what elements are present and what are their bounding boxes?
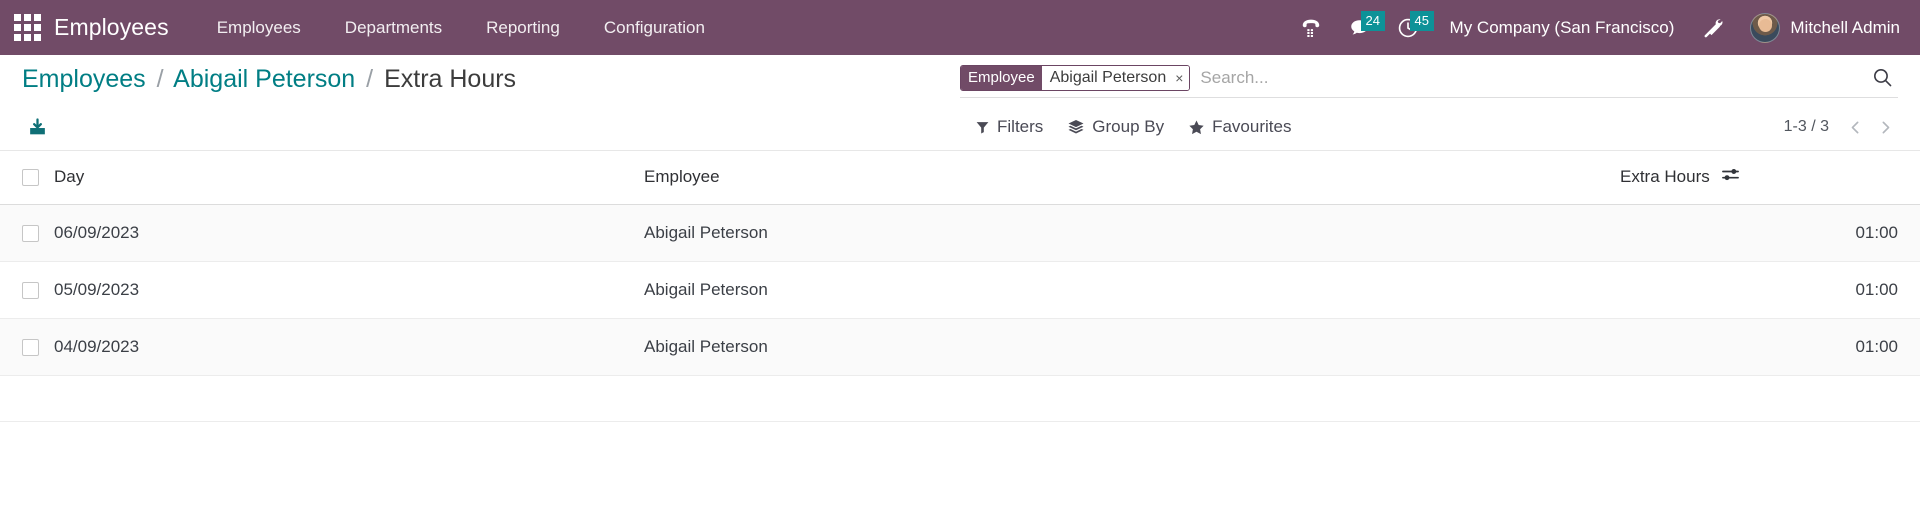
avatar xyxy=(1750,12,1781,43)
search-view: Employee Abigail Peterson × xyxy=(960,60,1898,98)
pager: 1-3 / 3 xyxy=(1784,114,1898,140)
group-by-label: Group By xyxy=(1092,117,1165,136)
favourites-label: Favourites xyxy=(1212,117,1292,136)
developer-tools-button[interactable] xyxy=(1688,0,1738,55)
search-facet-employee[interactable]: Employee Abigail Peterson × xyxy=(960,64,1191,91)
filters-label: Filters xyxy=(997,117,1044,136)
magnifier-icon xyxy=(1874,69,1892,87)
search-button[interactable] xyxy=(1863,66,1898,89)
chevron-right-icon xyxy=(1882,121,1889,133)
empty-cell xyxy=(54,375,644,422)
column-header-day[interactable]: Day xyxy=(54,151,644,205)
main-menu: Employees Departments Reporting Configur… xyxy=(195,0,727,55)
row-select-cell xyxy=(0,318,54,376)
close-icon[interactable]: × xyxy=(1175,71,1183,85)
filters-dropdown[interactable]: Filters xyxy=(975,117,1043,137)
star-icon xyxy=(1189,120,1204,134)
select-all-header xyxy=(0,151,54,205)
list-view: Day Employee Extra Hours 06/09/2023 Abig… xyxy=(0,151,1920,422)
view-actions xyxy=(22,112,52,142)
app-brand-employees[interactable]: Employees xyxy=(54,14,195,41)
funnel-icon xyxy=(976,121,989,133)
search-facet-value-text: Abigail Peterson xyxy=(1049,68,1167,86)
messages-button[interactable]: 24 xyxy=(1335,0,1386,55)
phone-keypad-icon xyxy=(1302,19,1319,37)
favourites-dropdown[interactable]: Favourites xyxy=(1188,117,1291,137)
column-header-extra-hours[interactable]: Extra Hours xyxy=(1620,151,1920,205)
activities-counter-badge: 45 xyxy=(1409,11,1435,31)
breadcrumb-item-extra-hours: Extra Hours xyxy=(384,65,517,93)
menu-item-departments[interactable]: Departments xyxy=(323,0,464,55)
user-name: Mitchell Admin xyxy=(1790,17,1900,37)
table-header: Day Employee Extra Hours xyxy=(0,151,1920,205)
menu-item-reporting[interactable]: Reporting xyxy=(464,0,582,55)
cell-employee: Abigail Peterson xyxy=(644,204,1620,262)
table-row[interactable]: 05/09/2023 Abigail Peterson 01:00 xyxy=(0,261,1920,319)
layers-icon xyxy=(1068,119,1084,134)
cell-day: 06/09/2023 xyxy=(54,204,644,262)
empty-cell xyxy=(1620,375,1920,422)
row-checkbox[interactable] xyxy=(22,224,39,242)
row-select-cell xyxy=(0,204,54,262)
select-all-checkbox[interactable] xyxy=(22,168,39,186)
systray: 24 45 My Company (San Francisco) Mitchel… xyxy=(1287,0,1906,55)
pager-value: 1-3 / 3 xyxy=(1783,118,1829,135)
search-facet-label: Employee xyxy=(961,65,1042,90)
extra-hours-table: Day Employee Extra Hours 06/09/2023 Abig… xyxy=(0,151,1920,422)
apps-menu-toggle[interactable] xyxy=(0,0,54,55)
download-export-icon xyxy=(29,117,45,134)
control-panel: Employees / Abigail Peterson / Extra Hou… xyxy=(0,55,1920,151)
cell-employee: Abigail Peterson xyxy=(644,318,1620,376)
breadcrumb-separator-2: / xyxy=(366,65,374,93)
cell-extra-hours: 01:00 xyxy=(1620,204,1920,262)
cell-day: 05/09/2023 xyxy=(54,261,644,319)
column-header-extra-hours-label: Extra Hours xyxy=(1620,167,1710,186)
table-body: 06/09/2023 Abigail Peterson 01:00 05/09/… xyxy=(0,204,1920,422)
menu-item-employees[interactable]: Employees xyxy=(195,0,323,55)
messages-counter-badge: 24 xyxy=(1360,11,1386,31)
search-input[interactable] xyxy=(1190,64,1863,91)
table-row[interactable]: 06/09/2023 Abigail Peterson 01:00 xyxy=(0,204,1920,262)
row-select-cell xyxy=(0,261,54,319)
group-by-dropdown[interactable]: Group By xyxy=(1067,117,1164,137)
column-header-employee[interactable]: Employee xyxy=(644,151,1620,205)
activities-button[interactable]: 45 xyxy=(1384,0,1435,55)
optional-columns-button[interactable] xyxy=(1721,165,1740,189)
menu-item-configuration[interactable]: Configuration xyxy=(582,0,727,55)
breadcrumb-separator-1: / xyxy=(156,65,164,93)
tools-wrench-screwdriver-icon xyxy=(1704,18,1723,37)
cell-extra-hours: 01:00 xyxy=(1620,318,1920,376)
pager-next-button[interactable] xyxy=(1872,114,1898,140)
user-menu[interactable]: Mitchell Admin xyxy=(1738,12,1906,43)
apps-grid-icon xyxy=(13,14,41,41)
cell-day: 04/09/2023 xyxy=(54,318,644,376)
control-panel-top: Employees / Abigail Peterson / Extra Hou… xyxy=(0,55,1920,104)
cell-extra-hours: 01:00 xyxy=(1620,261,1920,319)
search-facet-value: Abigail Peterson × xyxy=(1041,65,1190,90)
pager-previous-button[interactable] xyxy=(1842,114,1868,140)
empty-cell xyxy=(0,375,54,422)
cell-employee: Abigail Peterson xyxy=(644,261,1620,319)
search-dropdowns: Filters Group By Favourites xyxy=(975,117,1291,137)
chevron-left-icon xyxy=(1851,121,1858,133)
breadcrumb-item-employees[interactable]: Employees xyxy=(22,65,146,93)
table-empty-row xyxy=(0,375,1920,422)
control-panel-bottom: Filters Group By Favourites 1-3 / 3 xyxy=(0,104,1920,150)
company-switcher[interactable]: My Company (San Francisco) xyxy=(1432,18,1689,38)
row-checkbox[interactable] xyxy=(22,281,39,299)
row-checkbox[interactable] xyxy=(22,338,39,356)
top-navbar: Employees Employees Departments Reportin… xyxy=(0,0,1920,55)
breadcrumb-item-abigail-peterson[interactable]: Abigail Peterson xyxy=(173,65,355,93)
sliders-icon xyxy=(1721,169,1739,181)
empty-cell xyxy=(644,375,1620,422)
export-button[interactable] xyxy=(22,112,52,142)
table-row[interactable]: 04/09/2023 Abigail Peterson 01:00 xyxy=(0,318,1920,376)
voip-phone-button[interactable] xyxy=(1287,0,1335,55)
table-header-row: Day Employee Extra Hours xyxy=(0,151,1920,205)
breadcrumb: Employees / Abigail Peterson / Extra Hou… xyxy=(0,55,516,94)
